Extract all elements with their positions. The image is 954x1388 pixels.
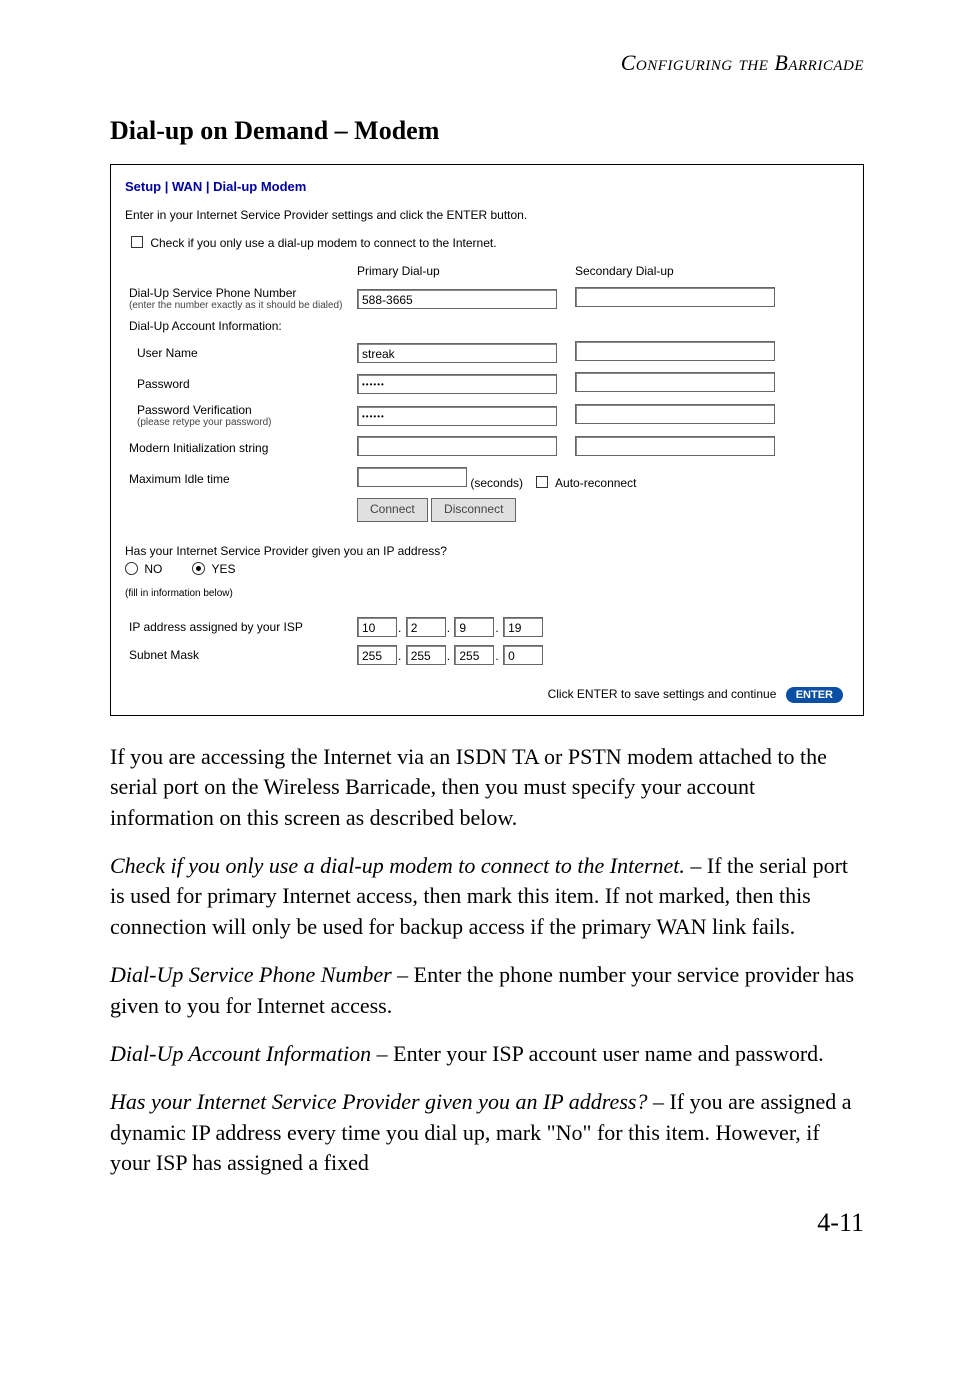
body-para-4-rest: – Enter your ISP account user name and p…	[371, 1041, 824, 1066]
running-head: Configuring the Barricade	[110, 50, 864, 76]
config-screenshot: Setup | WAN | Dial-up Modem Enter in you…	[110, 164, 864, 716]
ip-table: IP address assigned by your ISP 10. 2. 9…	[125, 613, 547, 669]
ip-octet-4[interactable]: 19	[503, 617, 543, 637]
pwd-primary-input[interactable]: ••••••	[357, 374, 557, 394]
subnet-label: Subnet Mask	[125, 641, 353, 669]
mask-octet-3[interactable]: 255	[454, 645, 494, 665]
enter-button[interactable]: ENTER	[786, 687, 843, 703]
fill-below-note: (fill in information below)	[125, 588, 843, 599]
modem-init-primary-input[interactable]	[357, 436, 557, 456]
ip-question: Has your Internet Service Provider given…	[125, 544, 843, 558]
auto-reconnect-checkbox[interactable]	[536, 476, 548, 488]
intro-text: Enter in your Internet Service Provider …	[125, 208, 843, 222]
ip-octet-2[interactable]: 2	[406, 617, 446, 637]
breadcrumb-title: Setup | WAN | Dial-up Modem	[125, 179, 843, 194]
col-secondary: Secondary Dial-up	[571, 260, 843, 282]
ip-no-radio[interactable]	[125, 562, 138, 575]
settings-table: Primary Dial-up Secondary Dial-up Dial-U…	[125, 260, 843, 526]
dialup-only-checkbox[interactable]	[131, 236, 143, 248]
account-info-label: Dial-Up Account Information:	[125, 315, 843, 337]
pwdver-label: Password Verification	[137, 403, 252, 417]
dialup-only-label: Check if you only use a dial-up modem to…	[150, 236, 496, 250]
modem-init-label: Modern Initialization string	[125, 432, 353, 463]
body-para-2: Check if you only use a dial-up modem to…	[110, 851, 864, 942]
ip-yes-label: YES	[211, 562, 235, 576]
body-para-4-em: Dial-Up Account Information	[110, 1041, 371, 1066]
disconnect-button[interactable]: Disconnect	[431, 498, 516, 522]
max-idle-input[interactable]	[357, 467, 467, 487]
ip-assigned-label: IP address assigned by your ISP	[125, 613, 353, 641]
pwdver-secondary-input[interactable]	[575, 404, 775, 424]
pwdver-primary-input[interactable]: ••••••	[357, 406, 557, 426]
user-secondary-input[interactable]	[575, 341, 775, 361]
user-label: User Name	[125, 337, 353, 368]
phone-secondary-input[interactable]	[575, 287, 775, 307]
page-number: 4-11	[110, 1208, 864, 1238]
ip-no-label: NO	[144, 562, 162, 576]
phone-label: Dial-Up Service Phone Number	[129, 286, 296, 300]
user-primary-input[interactable]: streak	[357, 343, 557, 363]
mask-octet-2[interactable]: 255	[406, 645, 446, 665]
pwdver-sub: (please retype your password)	[137, 417, 349, 428]
body-para-5-em: Has your Internet Service Provider given…	[110, 1089, 647, 1114]
seconds-label: (seconds)	[470, 476, 523, 490]
ip-octet-3[interactable]: 9	[454, 617, 494, 637]
body-para-1: If you are accessing the Internet via an…	[110, 742, 864, 833]
body-para-3-em: Dial-Up Service Phone Number	[110, 962, 392, 987]
modem-init-secondary-input[interactable]	[575, 436, 775, 456]
connect-button[interactable]: Connect	[357, 498, 428, 522]
phone-primary-input[interactable]: 588-3665	[357, 289, 557, 309]
mask-octet-4[interactable]: 0	[503, 645, 543, 665]
body-para-4: Dial-Up Account Information – Enter your…	[110, 1039, 864, 1069]
body-para-5: Has your Internet Service Provider given…	[110, 1087, 864, 1178]
pwd-label: Password	[125, 368, 353, 399]
body-para-2-em: Check if you only use a dial-up modem to…	[110, 853, 685, 878]
phone-sub: (enter the number exactly as it should b…	[129, 300, 349, 311]
ip-yes-radio[interactable]	[192, 562, 205, 575]
auto-reconnect-label: Auto-reconnect	[555, 476, 636, 490]
enter-hint: Click ENTER to save settings and continu…	[548, 687, 777, 701]
mask-octet-1[interactable]: 255	[357, 645, 397, 665]
pwd-secondary-input[interactable]	[575, 372, 775, 392]
dialup-only-row: Check if you only use a dial-up modem to…	[131, 236, 843, 250]
section-heading: Dial-up on Demand – Modem	[110, 116, 864, 146]
ip-octet-1[interactable]: 10	[357, 617, 397, 637]
body-para-3: Dial-Up Service Phone Number – Enter the…	[110, 960, 864, 1021]
max-idle-label: Maximum Idle time	[125, 463, 353, 494]
col-primary: Primary Dial-up	[353, 260, 571, 282]
